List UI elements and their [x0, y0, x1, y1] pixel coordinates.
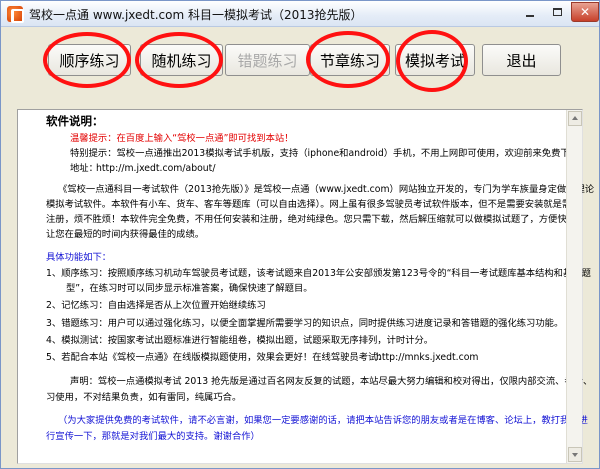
vertical-scrollbar[interactable] — [566, 110, 582, 463]
minimize-button[interactable] — [517, 2, 543, 22]
close-button[interactable]: ✕ — [571, 2, 599, 22]
window-title: 驾校一点通 www.jxedt.com 科目一模拟考试（2013抢先版） — [29, 8, 363, 22]
statement-line: 声明：驾校一点通模拟考试 2013 抢先版是通过百名网友反复的试题，本站尽最大努… — [70, 376, 593, 387]
online-exam-link[interactable]: http://mnks.jxedt.com — [376, 350, 479, 365]
description-heading: 软件说明： — [46, 114, 104, 128]
sequential-practice-button[interactable]: 顺序练习 — [48, 44, 131, 76]
feature-item: 3、错题练习：用户可以通过强化练习，以便全面掌握所需要学习的知识点，同时提供练习… — [46, 318, 564, 329]
feature-item: 5、若配合本站《驾校一点通》在线版模拟题使用，效果会更好！在线驾驶员考试： — [46, 352, 387, 363]
description-text: 软件说明： 温馨提示：在百度上输入“驾校一点通”即可找到本站！ 特别提示：驾校一… — [18, 110, 594, 463]
title-bar[interactable]: 驾校一点通 www.jxedt.com 科目一模拟考试（2013抢先版） ✕ — [1, 1, 599, 27]
features-heading: 具体功能如下： — [46, 252, 112, 263]
intro-line: 模拟考试软件。本软件有小车、货车、客车等题库（可以自由选择）。网上虽有很多驾驶员… — [46, 199, 581, 210]
feature-item: 1、顺序练习：按照顺序练习机动车驾驶员考试题，该考试题来自2013年公安部颁发第… — [46, 268, 591, 279]
closing-line: 行宣传一下，那就是对我们最大的支持。谢谢合作） — [46, 431, 260, 442]
scroll-up-arrow-icon[interactable] — [568, 111, 582, 126]
minimize-icon — [526, 15, 534, 17]
feature-item: 2、记忆练习：自由选择是否从上次位置开始继续练习 — [46, 300, 266, 311]
wrong-question-practice-button: 错题练习 — [225, 44, 310, 76]
random-practice-button[interactable]: 随机练习 — [140, 44, 223, 76]
chapter-practice-button[interactable]: 节章练习 — [310, 44, 390, 76]
app-logo-icon — [7, 6, 24, 23]
close-icon: ✕ — [579, 5, 591, 19]
address-label: 地址： — [70, 163, 98, 174]
search-tip: 温馨提示：在百度上输入“驾校一点通”即可找到本站！ — [70, 133, 294, 144]
statement-line: 习使用，不对结果负责，如有雷同，纯属巧合。 — [46, 392, 242, 403]
mock-exam-button[interactable]: 模拟考试 — [395, 44, 475, 76]
special-tip: 特别提示：驾校一点通推出2013模拟考试手机版，支持（iphone和androi… — [70, 148, 589, 159]
scroll-down-arrow-icon[interactable] — [568, 447, 582, 462]
feature-item: 4、模拟测试：按国家考试出题标准进行智能组卷，模拟出题，试题采取无序排列，计时计… — [46, 335, 434, 346]
closing-line: （为大家提供免费的考试软件，请不必言谢，如果您一定要感谢的话，请把本站告诉您的朋… — [58, 415, 588, 426]
intro-line: 让您在最短的时间内获得最佳的成绩。 — [46, 229, 205, 240]
intro-line: 《驾校一点通科目一考试软件（2013抢先版）》是驾校一点通（www.jxedt.… — [58, 184, 595, 195]
software-description-panel[interactable]: 软件说明： 温馨提示：在百度上输入“驾校一点通”即可找到本站！ 特别提示：驾校一… — [17, 109, 594, 464]
address-link[interactable]: http://m.jxedt.com/about/ — [96, 161, 215, 176]
maximize-icon — [552, 8, 562, 16]
maximize-button[interactable] — [544, 2, 570, 22]
exit-button[interactable]: 退出 — [482, 44, 561, 76]
client-area: 顺序练习 随机练习 错题练习 节章练习 模拟考试 退出 软件说明： 温馨提示：在… — [3, 28, 597, 466]
app-window: 驾校一点通 www.jxedt.com 科目一模拟考试（2013抢先版） ✕ 顺… — [0, 0, 600, 469]
intro-line: 注册，烦不胜烦！本软件完全免费，不用任何安装和注册，绝对纯绿色。您只需下载，然后… — [46, 214, 586, 225]
feature-item: 型”，在练习时可以同步显示标准答案，确保快速了解题目。 — [66, 283, 313, 294]
